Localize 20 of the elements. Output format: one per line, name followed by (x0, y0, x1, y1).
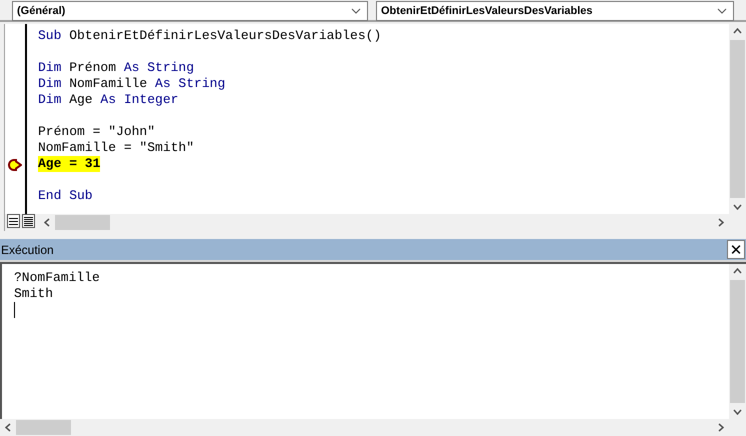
full-module-view-icon[interactable] (22, 214, 35, 228)
code-line: Dim NomFamille As String (38, 76, 226, 92)
code-line: Dim Prénom As String (38, 60, 194, 76)
code-line: NomFamille = "Smith" (38, 140, 194, 156)
scrollbar-thumb[interactable] (730, 280, 745, 403)
close-button[interactable]: ✕ (727, 240, 745, 259)
procedure-view-icon[interactable] (7, 214, 20, 228)
output-line: Smith (14, 286, 54, 302)
object-dropdown[interactable]: (Général) (12, 1, 368, 21)
code-line: Dim Age As Integer (38, 92, 178, 108)
scrollbar-thumb[interactable] (16, 420, 71, 435)
text-cursor (14, 302, 15, 318)
procedure-dropdown[interactable]: ObtenirEtDéfinirLesValeursDesVariables (376, 1, 734, 21)
output-line: ?NomFamille (14, 270, 101, 286)
scrollbar-thumb[interactable] (730, 40, 745, 198)
pane-title: Exécution (0, 242, 54, 256)
code-line: Prénom = "John" (38, 124, 156, 140)
code-line: End Sub (38, 188, 93, 204)
code-line: Sub ObtenirEtDéfinirLesValeursDesVariables() (38, 28, 382, 44)
scrollbar-thumb[interactable] (55, 215, 110, 230)
